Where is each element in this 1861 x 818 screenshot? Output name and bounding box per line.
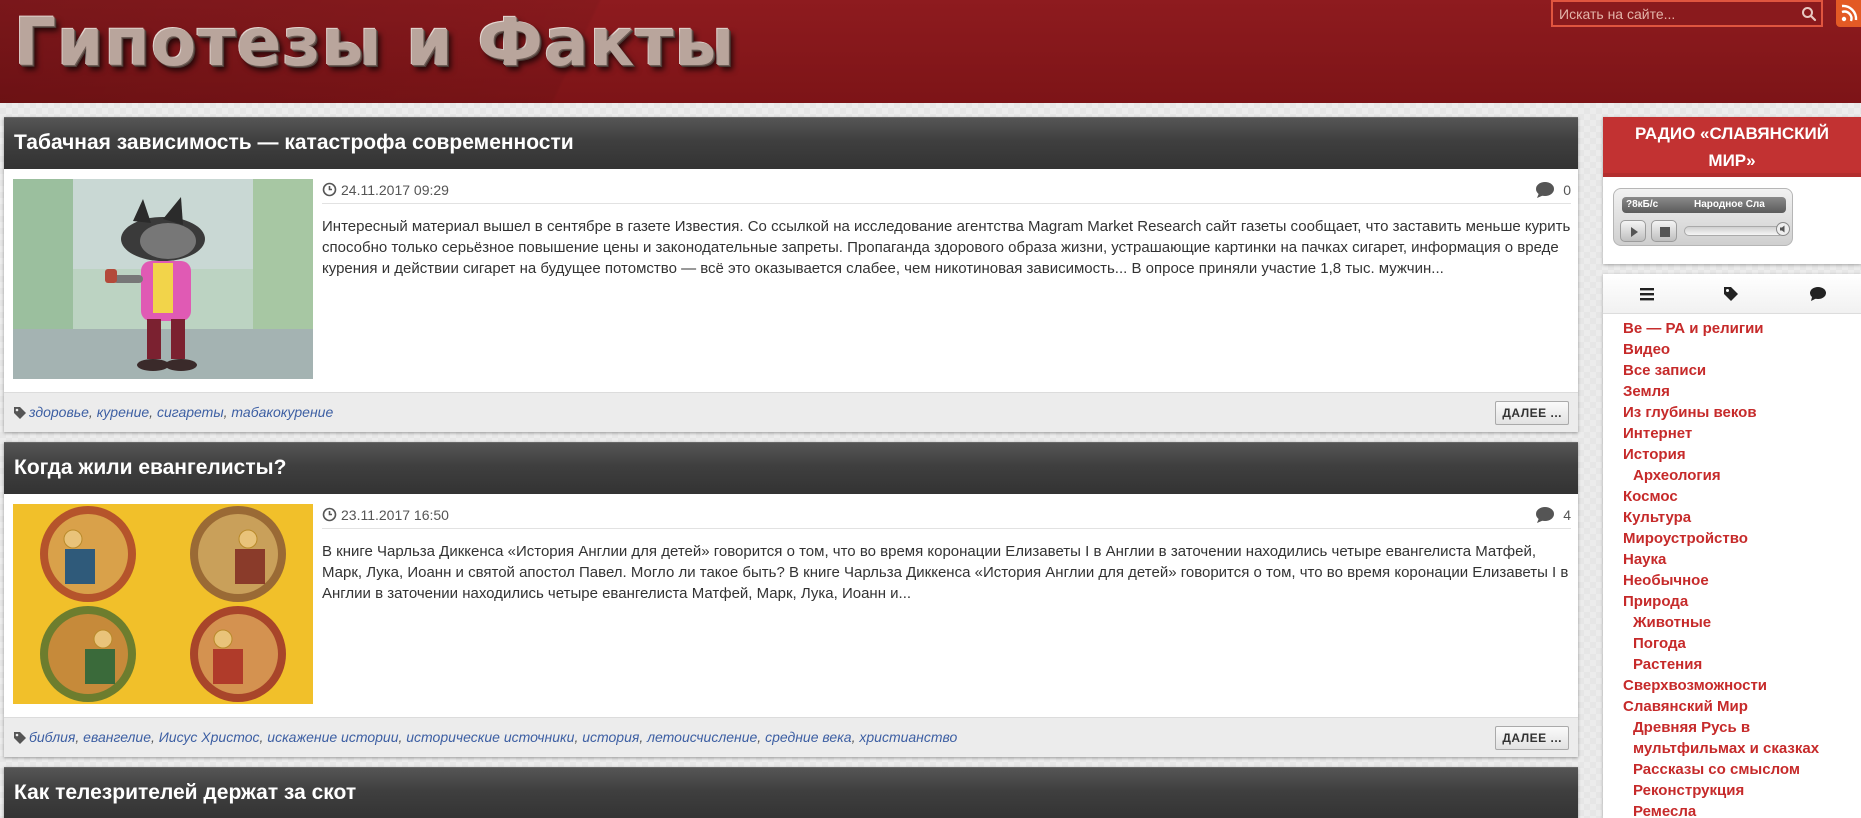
tag-link[interactable]: летоисчисление: [647, 729, 757, 745]
clock-icon: [322, 182, 337, 197]
site-title[interactable]: Гипотезы и Факты: [14, 4, 735, 81]
category-link[interactable]: История: [1623, 444, 1861, 465]
post-date: 23.11.2017 16:50: [341, 507, 449, 523]
volume-slider[interactable]: [1684, 226, 1784, 236]
sidebar-tabs: [1603, 274, 1861, 314]
subcategory-link[interactable]: Растения: [1623, 654, 1861, 675]
subcategory-link[interactable]: Древняя Русь в: [1623, 717, 1861, 738]
tag-link[interactable]: средние века: [765, 729, 852, 745]
category-link[interactable]: Видео: [1623, 339, 1861, 360]
read-more-button[interactable]: ДАЛЕЕ ...: [1495, 726, 1569, 750]
category-link[interactable]: Славянский Мир: [1623, 696, 1861, 717]
category-link[interactable]: Космос: [1623, 486, 1861, 507]
player-display: ?8кБ/с Народное Сла: [1622, 197, 1786, 213]
player-station: Народное Сла: [1694, 199, 1765, 210]
tag-icon: [14, 732, 26, 744]
category-link[interactable]: Культура: [1623, 507, 1861, 528]
category-link[interactable]: Из глубины веков: [1623, 402, 1861, 423]
post-title-link[interactable]: Табачная зависимость — катастрофа соврем…: [14, 131, 574, 155]
search-box[interactable]: [1551, 0, 1823, 27]
category-list: Ве — РА и религии Видео Все записи Земля…: [1603, 314, 1861, 818]
post-card: Когда жили евангелисты? 23.11.2017 16:50…: [4, 442, 1578, 757]
categories-widget: Ве — РА и религии Видео Все записи Земля…: [1603, 274, 1861, 818]
tag-link[interactable]: исторические источники: [406, 729, 574, 745]
post-excerpt: Интересный материал вышел в сентябре в г…: [322, 218, 1571, 277]
tag-link[interactable]: табакокурение: [231, 404, 333, 420]
subcategory-link[interactable]: Животные: [1623, 612, 1861, 633]
subcategory-link[interactable]: Погода: [1623, 633, 1861, 654]
post-title-link[interactable]: Когда жили евангелисты?: [14, 456, 286, 480]
post-thumbnail[interactable]: [13, 504, 313, 704]
category-link[interactable]: Все записи: [1623, 360, 1861, 381]
category-link[interactable]: Наука: [1623, 549, 1861, 570]
post-meta: 24.11.2017 09:29 0: [322, 179, 1571, 204]
subcategory-link[interactable]: Рассказы со смыслом: [1623, 759, 1861, 780]
search-icon[interactable]: [1801, 6, 1817, 22]
post-meta: 23.11.2017 16:50 4: [322, 504, 1571, 529]
post-tags: библия, евангелие, Иисус Христос, искаже…: [29, 729, 958, 745]
four-evangelists-icon-image: [13, 504, 313, 704]
rss-icon: [1841, 4, 1858, 22]
tag-icon: [14, 407, 26, 419]
player-bitrate: ?8кБ/с: [1626, 199, 1659, 210]
category-link[interactable]: Земля: [1623, 381, 1861, 402]
post-footer: библия, евангелие, Иисус Христос, искаже…: [4, 717, 1578, 757]
comment-count[interactable]: 4: [1563, 507, 1571, 523]
radio-widget: РАДИО «СЛАВЯНСКИЙ МИР» ?8кБ/с Народное С…: [1603, 117, 1861, 264]
category-link[interactable]: Сверхвозможности: [1623, 675, 1861, 696]
site-header: Гипотезы и Факты: [0, 0, 1861, 103]
comment-icon[interactable]: [1535, 181, 1555, 199]
post-card: Как телезрителей держат за скот: [4, 767, 1578, 818]
list-icon[interactable]: [1639, 286, 1655, 302]
post-title-link[interactable]: Как телезрителей держат за скот: [14, 781, 356, 805]
tag-link[interactable]: здоровье: [29, 404, 89, 420]
tag-link[interactable]: христианство: [859, 729, 957, 745]
category-link[interactable]: Интернет: [1623, 423, 1861, 444]
tag-link[interactable]: история: [582, 729, 639, 745]
post-excerpt: В книге Чарльза Диккенса «История Англии…: [322, 543, 1569, 602]
post-footer: здоровье, курение, сигареты, табакокурен…: [4, 392, 1578, 432]
stop-button[interactable]: [1651, 220, 1677, 242]
subcategory-link[interactable]: мультфильмах и сказках: [1623, 738, 1861, 759]
volume-icon[interactable]: [1776, 222, 1790, 236]
read-more-button[interactable]: ДАЛЕЕ ...: [1495, 401, 1569, 425]
subcategory-link[interactable]: Ремесла: [1623, 801, 1861, 818]
post-tags: здоровье, курение, сигареты, табакокурен…: [29, 404, 334, 420]
category-link[interactable]: Ве — РА и религии: [1623, 318, 1861, 339]
tag-link[interactable]: Иисус Христос: [159, 729, 260, 745]
tag-link[interactable]: курение: [97, 404, 149, 420]
tag-link[interactable]: библия: [29, 729, 75, 745]
tag-link[interactable]: искажение истории: [267, 729, 398, 745]
comment-icon[interactable]: [1535, 506, 1555, 524]
tag-icon[interactable]: [1723, 286, 1739, 302]
clock-icon: [322, 507, 337, 522]
subcategory-link[interactable]: Реконструкция: [1623, 780, 1861, 801]
category-link[interactable]: Природа: [1623, 591, 1861, 612]
subcategory-link[interactable]: Археология: [1623, 465, 1861, 486]
cartoon-wolf-smoking-image: [13, 179, 313, 379]
stop-icon: [1660, 227, 1670, 237]
post-thumbnail[interactable]: [13, 179, 313, 379]
comment-icon[interactable]: [1809, 286, 1827, 302]
search-input[interactable]: [1553, 2, 1793, 25]
post-card: Табачная зависимость — катастрофа соврем…: [4, 117, 1578, 432]
comment-count[interactable]: 0: [1563, 182, 1571, 198]
tag-link[interactable]: сигареты: [157, 404, 224, 420]
post-date: 24.11.2017 09:29: [341, 182, 449, 198]
rss-button[interactable]: [1836, 0, 1861, 27]
play-icon: [1631, 227, 1638, 237]
radio-player[interactable]: ?8кБ/с Народное Сла: [1613, 188, 1793, 246]
play-button[interactable]: [1620, 220, 1646, 242]
category-link[interactable]: Мироустройство: [1623, 528, 1861, 549]
tag-link[interactable]: евангелие: [83, 729, 151, 745]
radio-widget-title: РАДИО «СЛАВЯНСКИЙ МИР»: [1603, 117, 1861, 177]
category-link[interactable]: Необычное: [1623, 570, 1861, 591]
